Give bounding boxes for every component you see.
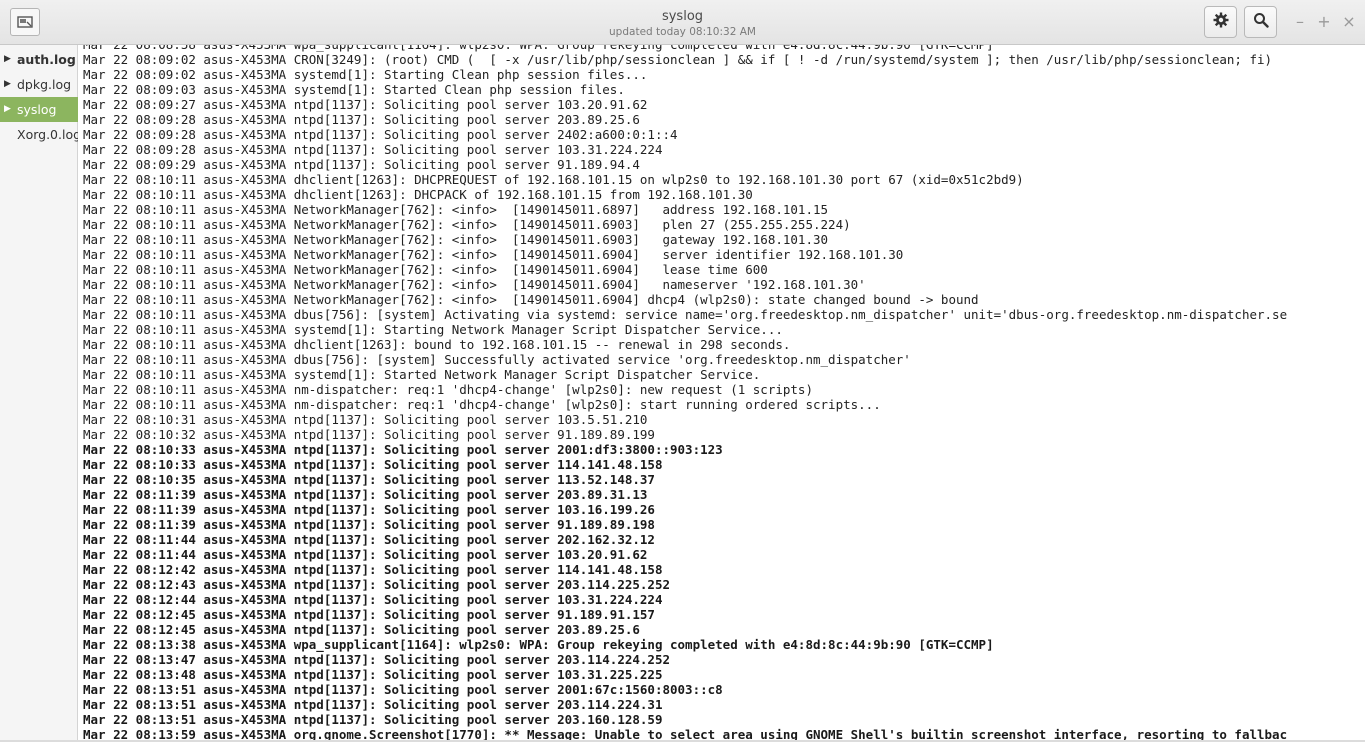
sidebar-item-label: dpkg.log [17, 77, 72, 92]
log-line: Mar 22 08:12:45 asus-X453MA ntpd[1137]: … [83, 622, 640, 637]
settings-button[interactable] [1204, 6, 1237, 38]
log-line: Mar 22 08:09:03 asus-X453MA systemd[1]: … [83, 82, 625, 97]
log-line: Mar 22 08:10:33 asus-X453MA ntpd[1137]: … [83, 457, 663, 472]
sidebar-item-syslog[interactable]: ▶ syslog [0, 97, 78, 122]
window-subtitle: updated today 08:10:32 AM [609, 26, 756, 38]
log-file-sidebar: ▶ auth.log ▶ dpkg.log ▶ syslog Xorg.0.lo… [0, 45, 82, 742]
log-lines: Mar 22 08:08:58 asus-X453MA wpa_supplica… [83, 45, 1287, 742]
log-line: Mar 22 08:12:43 asus-X453MA ntpd[1137]: … [83, 577, 670, 592]
search-icon [1253, 12, 1269, 32]
log-line: Mar 22 08:09:28 asus-X453MA ntpd[1137]: … [83, 142, 663, 157]
log-line: Mar 22 08:13:51 asus-X453MA ntpd[1137]: … [83, 712, 663, 727]
sidebar-item-label: auth.log [17, 52, 76, 67]
log-line: Mar 22 08:11:39 asus-X453MA ntpd[1137]: … [83, 502, 655, 517]
log-line: Mar 22 08:11:44 asus-X453MA ntpd[1137]: … [83, 547, 648, 562]
window-title: syslog [661, 9, 704, 24]
log-line: Mar 22 08:10:33 asus-X453MA ntpd[1137]: … [83, 442, 723, 457]
close-icon[interactable]: × [1339, 12, 1359, 32]
log-line: Mar 22 08:09:02 asus-X453MA CRON[3249]: … [83, 52, 1273, 67]
log-line: Mar 22 08:13:48 asus-X453MA ntpd[1137]: … [83, 667, 663, 682]
log-line: Mar 22 08:09:02 asus-X453MA systemd[1]: … [83, 67, 648, 82]
log-line: Mar 22 08:08:58 asus-X453MA wpa_supplica… [83, 45, 1287, 52]
log-line: Mar 22 08:11:39 asus-X453MA ntpd[1137]: … [83, 487, 648, 502]
log-line: Mar 22 08:10:11 asus-X453MA nm-dispatche… [83, 382, 813, 397]
log-line: Mar 22 08:10:32 asus-X453MA ntpd[1137]: … [83, 427, 655, 442]
log-line: Mar 22 08:11:39 asus-X453MA ntpd[1137]: … [83, 517, 655, 532]
log-line: Mar 22 08:10:11 asus-X453MA NetworkManag… [83, 232, 829, 247]
log-line: Mar 22 08:10:11 asus-X453MA NetworkManag… [83, 217, 851, 232]
log-line: Mar 22 08:10:11 asus-X453MA nm-dispatche… [83, 397, 881, 412]
sidebar-item-label: syslog [17, 102, 57, 117]
title-bar: syslog updated today 08:10:32 AM – + × [0, 0, 1365, 45]
maximize-icon[interactable]: + [1314, 12, 1334, 32]
sidebar-item-label: Xorg.0.log [17, 127, 82, 142]
log-line: Mar 22 08:13:51 asus-X453MA ntpd[1137]: … [83, 697, 663, 712]
expand-arrow-icon[interactable]: ▶ [4, 72, 11, 97]
log-line: Mar 22 08:12:45 asus-X453MA ntpd[1137]: … [83, 607, 655, 622]
log-line: Mar 22 08:10:11 asus-X453MA NetworkManag… [83, 202, 829, 217]
log-line: Mar 22 08:13:38 asus-X453MA wpa_supplica… [83, 637, 994, 652]
log-line: Mar 22 08:09:29 asus-X453MA ntpd[1137]: … [83, 157, 640, 172]
log-line: Mar 22 08:10:11 asus-X453MA dhclient[126… [83, 172, 1024, 187]
title-area: syslog updated today 08:10:32 AM [0, 8, 1365, 39]
log-line: Mar 22 08:10:11 asus-X453MA dbus[756]: [… [83, 307, 1288, 322]
log-line: Mar 22 08:09:28 asus-X453MA ntpd[1137]: … [83, 127, 678, 142]
log-line: Mar 22 08:10:11 asus-X453MA NetworkManag… [83, 292, 979, 307]
sidebar-item-dpkg-log[interactable]: ▶ dpkg.log [0, 72, 78, 97]
sidebar-item-xorg-log[interactable]: Xorg.0.log [0, 122, 82, 147]
search-button[interactable] [1244, 6, 1277, 38]
log-line: Mar 22 08:10:11 asus-X453MA systemd[1]: … [83, 367, 761, 382]
log-line: Mar 22 08:09:28 asus-X453MA ntpd[1137]: … [83, 112, 640, 127]
log-line: Mar 22 08:13:47 asus-X453MA ntpd[1137]: … [83, 652, 670, 667]
log-line: Mar 22 08:10:11 asus-X453MA dhclient[126… [83, 187, 753, 202]
sidebar-item-auth-log[interactable]: ▶ auth.log [0, 47, 78, 72]
log-line: Mar 22 08:13:51 asus-X453MA ntpd[1137]: … [83, 682, 723, 697]
log-line: Mar 22 08:10:11 asus-X453MA NetworkManag… [83, 277, 866, 292]
gear-icon [1213, 12, 1229, 32]
expand-arrow-icon[interactable]: ▶ [4, 47, 11, 72]
minimize-icon[interactable]: – [1290, 12, 1310, 32]
log-line: Mar 22 08:10:11 asus-X453MA NetworkManag… [83, 262, 768, 277]
log-line: Mar 22 08:12:44 asus-X453MA ntpd[1137]: … [83, 592, 663, 607]
log-line: Mar 22 08:11:44 asus-X453MA ntpd[1137]: … [83, 532, 655, 547]
log-line: Mar 22 08:10:35 asus-X453MA ntpd[1137]: … [83, 472, 655, 487]
log-line: Mar 22 08:10:11 asus-X453MA dbus[756]: [… [83, 352, 911, 367]
log-line: Mar 22 08:10:31 asus-X453MA ntpd[1137]: … [83, 412, 648, 427]
log-line: Mar 22 08:09:27 asus-X453MA ntpd[1137]: … [83, 97, 648, 112]
expand-arrow-icon[interactable]: ▶ [4, 97, 11, 122]
log-view[interactable]: Mar 22 08:08:58 asus-X453MA wpa_supplica… [78, 45, 1365, 742]
log-line: Mar 22 08:12:42 asus-X453MA ntpd[1137]: … [83, 562, 663, 577]
log-line: Mar 22 08:10:11 asus-X453MA systemd[1]: … [83, 322, 783, 337]
log-line: Mar 22 08:10:11 asus-X453MA dhclient[126… [83, 337, 791, 352]
log-line: Mar 22 08:10:11 asus-X453MA NetworkManag… [83, 247, 904, 262]
